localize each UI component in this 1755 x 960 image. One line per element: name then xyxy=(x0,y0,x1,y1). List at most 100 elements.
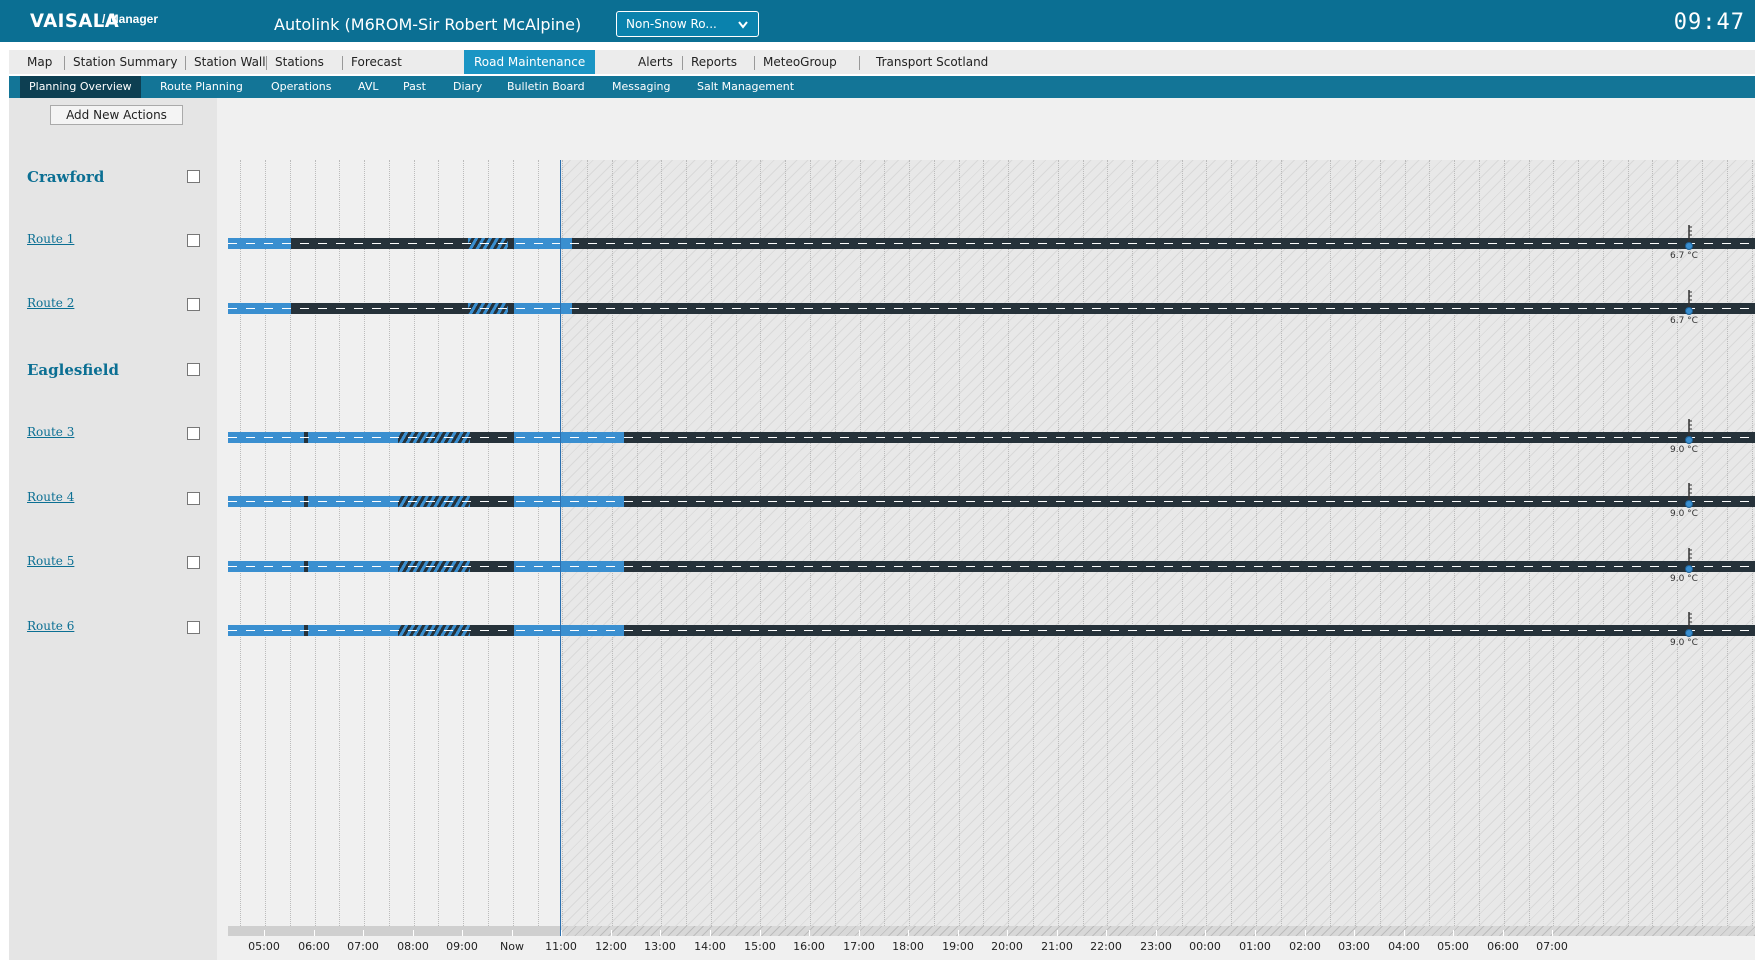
subtab-route-planning[interactable]: Route Planning xyxy=(160,76,243,98)
axis-label: 15:00 xyxy=(744,940,776,953)
axis-label: 19:00 xyxy=(942,940,974,953)
group-label-crawford: Crawford xyxy=(27,168,105,186)
checkbox-eaglesfield[interactable] xyxy=(187,363,200,376)
route-bar-5[interactable] xyxy=(228,561,1755,572)
axis-tick xyxy=(1156,930,1157,936)
route-bar-1[interactable] xyxy=(228,238,1755,249)
road-dash-line xyxy=(228,243,1755,244)
axis-tick xyxy=(1354,930,1355,936)
tab-road-maintenance[interactable]: Road Maintenance xyxy=(464,50,596,74)
subtab-salt-management[interactable]: Salt Management xyxy=(697,76,794,98)
grid-line xyxy=(1628,160,1629,926)
grid-line xyxy=(1083,160,1084,926)
thermometer-icon[interactable] xyxy=(1679,610,1699,640)
grid-line xyxy=(785,160,786,926)
grid-line xyxy=(1281,160,1282,926)
route-link-1[interactable]: Route 1 xyxy=(27,232,74,246)
subtab-bulletin-board[interactable]: Bulletin Board xyxy=(507,76,585,98)
axis-label: 05:00 xyxy=(248,940,280,953)
axis-tick xyxy=(611,930,612,936)
nav-divider xyxy=(64,56,65,70)
axis-label: 07:00 xyxy=(347,940,379,953)
route-1-temperature: 6.7 °C xyxy=(1670,251,1698,261)
route-link-6[interactable]: Route 6 xyxy=(27,619,74,633)
subtab-messaging[interactable]: Messaging xyxy=(612,76,670,98)
grid-line xyxy=(959,160,960,926)
route-link-5[interactable]: Route 5 xyxy=(27,554,74,568)
axis-tick xyxy=(1255,930,1256,936)
checkbox-route-5[interactable] xyxy=(187,556,200,569)
grid-line xyxy=(538,160,539,926)
axis-label: 08:00 xyxy=(397,940,429,953)
tab-transport-scotland[interactable]: Transport Scotland xyxy=(876,50,988,74)
route-link-4[interactable]: Route 4 xyxy=(27,490,74,504)
route-bar-6[interactable] xyxy=(228,625,1755,636)
tab-reports[interactable]: Reports xyxy=(691,50,737,74)
filter-dropdown[interactable]: Non-Snow Ro... xyxy=(616,11,759,37)
grid-line xyxy=(1429,160,1430,926)
subtab-past[interactable]: Past xyxy=(403,76,426,98)
axis-label-now: Now xyxy=(500,940,524,953)
axis-label: 12:00 xyxy=(595,940,627,953)
axis-tick xyxy=(1453,930,1454,936)
axis-tick xyxy=(809,930,810,936)
tab-station-wall[interactable]: Station Wall xyxy=(194,50,266,74)
checkbox-route-3[interactable] xyxy=(187,427,200,440)
grid-line xyxy=(364,160,365,926)
grid-line xyxy=(339,160,340,926)
thermometer-icon[interactable] xyxy=(1679,417,1699,447)
subtab-operations[interactable]: Operations xyxy=(271,76,331,98)
grid-line xyxy=(661,160,662,926)
checkbox-route-1[interactable] xyxy=(187,234,200,247)
axis-label: 18:00 xyxy=(892,940,924,953)
axis-label: 11:00 xyxy=(545,940,577,953)
subtab-avl[interactable]: AVL xyxy=(358,76,378,98)
grid-line xyxy=(1479,160,1480,926)
grid-line xyxy=(1405,160,1406,926)
grid-line xyxy=(1727,160,1728,926)
tab-station-summary[interactable]: Station Summary xyxy=(73,50,177,74)
add-new-actions-button[interactable]: Add New Actions xyxy=(50,105,183,125)
nav-divider xyxy=(266,56,267,70)
header-bar: VAISALA / Manager Autolink (M6ROM-Sir Ro… xyxy=(0,0,1755,42)
thermometer-icon[interactable] xyxy=(1679,481,1699,511)
grid-line xyxy=(463,160,464,926)
app-title: Autolink (M6ROM-Sir Robert McAlpine) xyxy=(274,15,582,34)
tab-map[interactable]: Map xyxy=(27,50,52,74)
axis-tick xyxy=(1205,930,1206,936)
axis-label: 13:00 xyxy=(644,940,676,953)
checkbox-crawford[interactable] xyxy=(187,170,200,183)
route-link-2[interactable]: Route 2 xyxy=(27,296,74,310)
route-link-3[interactable]: Route 3 xyxy=(27,425,74,439)
tab-stations[interactable]: Stations xyxy=(275,50,324,74)
axis-label: 03:00 xyxy=(1338,940,1370,953)
grid-line xyxy=(1529,160,1530,926)
route-bar-4[interactable] xyxy=(228,496,1755,507)
road-dash-line xyxy=(228,566,1755,567)
subtab-diary[interactable]: Diary xyxy=(453,76,482,98)
route-2-temperature: 6.7 °C xyxy=(1670,316,1698,326)
grid-line xyxy=(1752,160,1753,926)
thermometer-icon[interactable] xyxy=(1679,288,1699,318)
checkbox-route-4[interactable] xyxy=(187,492,200,505)
tab-alerts[interactable]: Alerts xyxy=(638,50,673,74)
checkbox-route-2[interactable] xyxy=(187,298,200,311)
grid-line xyxy=(810,160,811,926)
axis-tick xyxy=(561,930,562,936)
thermometer-icon[interactable] xyxy=(1679,223,1699,253)
axis-label: 07:00 xyxy=(1536,940,1568,953)
subtab-planning-overview[interactable]: Planning Overview xyxy=(20,76,141,98)
checkbox-route-6[interactable] xyxy=(187,621,200,634)
road-dash-line xyxy=(228,630,1755,631)
grid-line xyxy=(1504,160,1505,926)
axis-tick xyxy=(512,930,513,936)
grid-line xyxy=(884,160,885,926)
tab-meteogroup[interactable]: MeteoGroup xyxy=(763,50,837,74)
group-label-eaglesfield: Eaglesfield xyxy=(27,361,119,379)
grid-line xyxy=(1206,160,1207,926)
thermometer-icon[interactable] xyxy=(1679,546,1699,576)
tab-forecast[interactable]: Forecast xyxy=(351,50,402,74)
route-bar-3[interactable] xyxy=(228,432,1755,443)
route-bar-2[interactable] xyxy=(228,303,1755,314)
axis-label: 20:00 xyxy=(991,940,1023,953)
